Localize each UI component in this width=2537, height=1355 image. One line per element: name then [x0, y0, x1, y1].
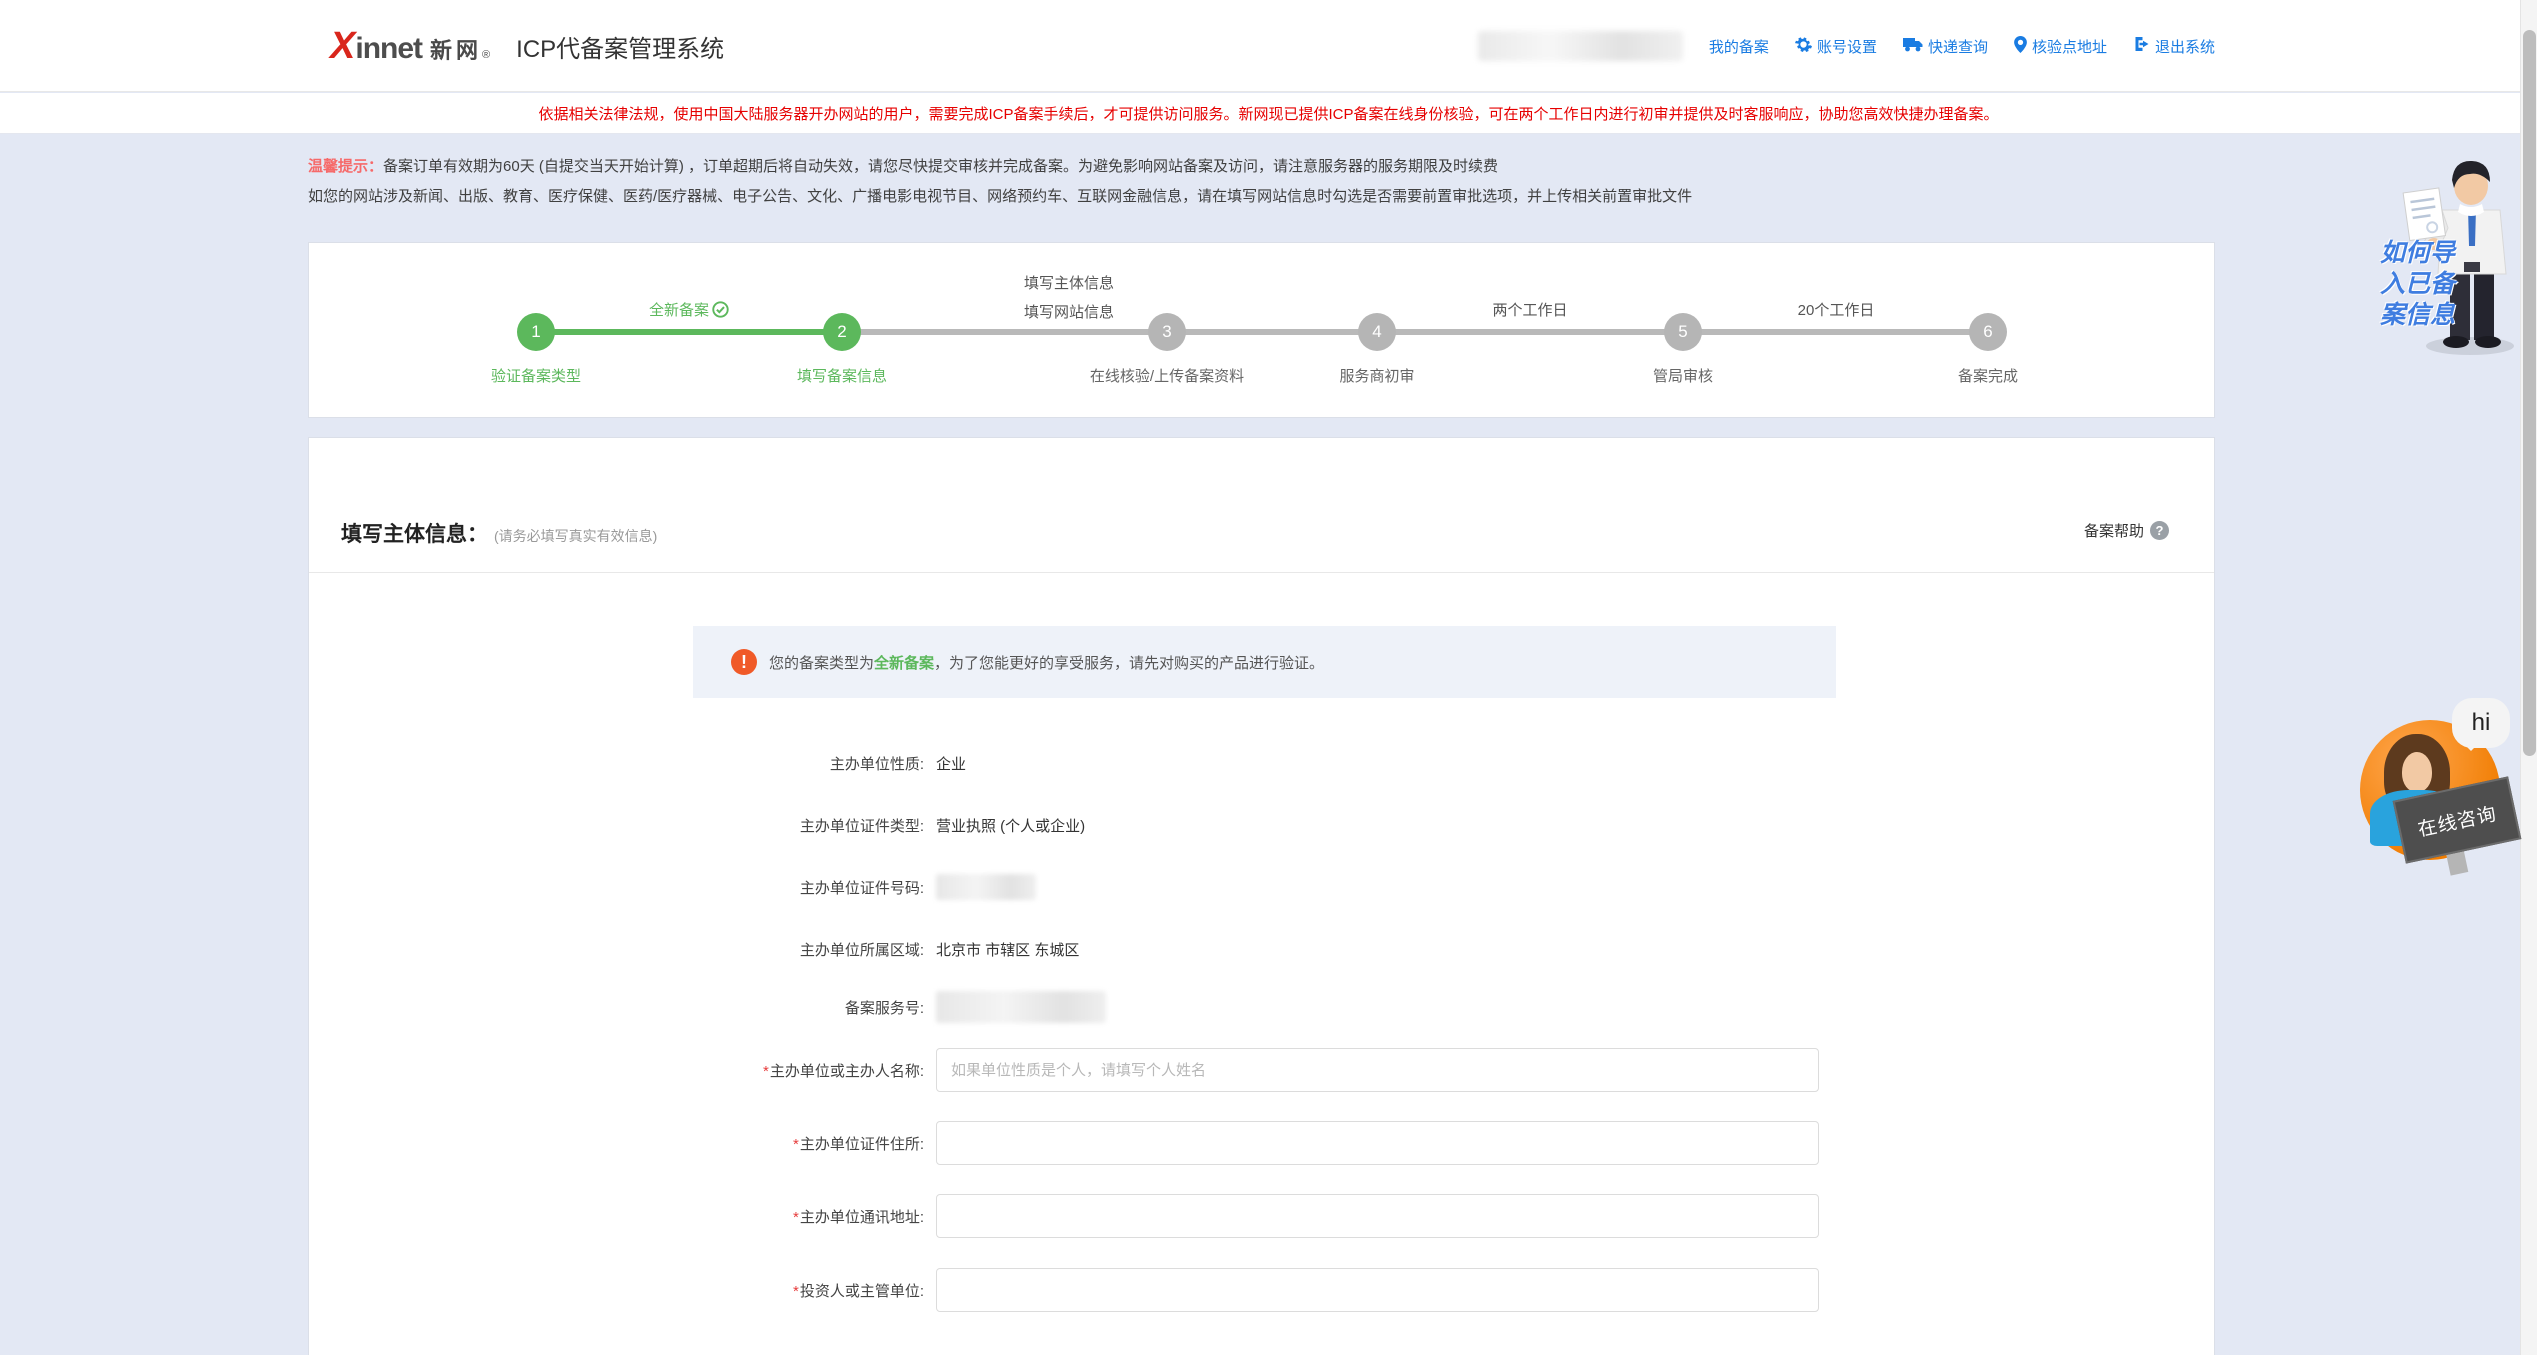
investor-input[interactable] — [936, 1268, 1819, 1312]
warm-tips-label: 温馨提示： — [308, 158, 383, 175]
record-type-highlight: 全新备案 — [874, 655, 934, 672]
step-2-circle: 2 — [823, 313, 861, 351]
top-header: Xinnet 新网® ICP代备案管理系统 我的备案 账号设置 快递查询 — [0, 0, 2537, 92]
online-chat-floater[interactable]: 在线咨询 hi — [2356, 698, 2516, 893]
row-mailing-address: *主办单位通讯地址: — [309, 1194, 2214, 1238]
record-help-link[interactable]: 备案帮助 ? — [2084, 520, 2169, 541]
account-name-redacted — [1478, 31, 1683, 61]
row-cert-number: 主办单位证件号码: — [309, 872, 2214, 902]
logo-wordmark: innet — [355, 34, 422, 64]
step-5-circle: 5 — [1664, 313, 1702, 351]
segment-label-fill-info: 填写主体信息 填写网站信息 — [1024, 269, 1114, 327]
record-type-notice: ! 您的备案类型为全新备案，为了您能更好的享受服务，请先对购买的产品进行验证。 — [693, 626, 1836, 698]
chat-agent-face — [2402, 752, 2432, 792]
warm-tips-line1: 温馨提示：备案订单有效期为60天 (自提交当天开始计算) ，订单超期后将自动失效… — [308, 152, 2213, 182]
org-name-input[interactable] — [936, 1048, 1819, 1092]
redacted-cert-number — [936, 874, 1036, 900]
step-4-label: 服务商初审 — [1339, 365, 1414, 386]
step-6-label: 备案完成 — [1958, 365, 2018, 386]
page: Xinnet 新网® ICP代备案管理系统 我的备案 账号设置 快递查询 — [0, 0, 2537, 1355]
nav-verification-address[interactable]: 核验点地址 — [2014, 36, 2107, 57]
redacted-service-number — [936, 991, 1106, 1023]
nav-account-settings[interactable]: 账号设置 — [1795, 36, 1877, 57]
import-help-floater[interactable]: 如何导 入已备 案信息 — [2378, 150, 2518, 360]
row-cert-address: *主办单位证件住所: — [309, 1121, 2214, 1165]
step-2-label: 填写备案信息 — [797, 365, 887, 386]
import-help-text: 如何导 入已备 案信息 — [2380, 238, 2455, 331]
step-4-circle: 4 — [1358, 313, 1396, 351]
page-title: ICP代备案管理系统 — [516, 29, 724, 64]
form-title: 填写主体信息：(请务必填写真实有效信息) — [341, 518, 657, 548]
legal-alert-bar: 依据相关法律法规，使用中国大陆服务器开办网站的用户，需要完成ICP备案手续后，才… — [0, 93, 2537, 134]
nav-express-query[interactable]: 快递查询 — [1903, 36, 1988, 57]
step-1-circle: 1 — [517, 313, 555, 351]
row-investor: *投资人或主管单位: — [309, 1268, 2214, 1312]
scrollbar-thumb[interactable] — [2523, 30, 2536, 756]
cert-address-input[interactable] — [936, 1121, 1819, 1165]
warm-tips: 温馨提示：备案订单有效期为60天 (自提交当天开始计算) ，订单超期后将自动失效… — [308, 152, 2213, 212]
form-subtitle: (请务必填写真实有效信息) — [494, 528, 657, 544]
stepper-track-completed — [536, 329, 842, 335]
legal-alert-text: 依据相关法律法规，使用中国大陆服务器开办网站的用户，需要完成ICP备案手续后，才… — [538, 103, 1998, 124]
check-circle-icon — [712, 301, 729, 318]
row-cert-type: 主办单位证件类型: 营业执照 (个人或企业) — [309, 810, 2214, 840]
row-org-nature: 主办单位性质: 企业 — [309, 748, 2214, 778]
segment-label-two-days: 两个工作日 — [1492, 299, 1567, 320]
location-pin-icon — [2014, 36, 2027, 57]
truck-icon — [1903, 37, 1923, 56]
progress-stepper-panel: 全新备案 填写主体信息 填写网站信息 两个工作日 20个工作日 1 2 3 4 … — [308, 242, 2215, 418]
exclamation-icon: ! — [731, 649, 757, 675]
chat-hi-bubble: hi — [2452, 698, 2510, 748]
page-scrollbar — [2520, 0, 2537, 1355]
xinnet-logo[interactable]: Xinnet 新网® — [330, 27, 490, 65]
warm-tips-line2: 如您的网站涉及新闻、出版、教育、医疗保健、医药/医疗器械、电子公告、文化、广播电… — [308, 182, 2213, 212]
subject-info-form-panel: 填写主体信息：(请务必填写真实有效信息) 备案帮助 ? ! 您的备案类型为全新备… — [308, 437, 2215, 1355]
step-3-label: 在线核验/上传备案资料 — [1090, 365, 1244, 386]
gear-icon — [1795, 36, 1812, 57]
question-mark-icon: ? — [2150, 521, 2169, 540]
row-region: 主办单位所属区域: 北京市 市辖区 东城区 — [309, 934, 2214, 964]
row-org-name: *主办单位或主办人名称: — [309, 1048, 2214, 1092]
logout-icon — [2133, 36, 2150, 56]
nav-logout[interactable]: 退出系统 — [2133, 36, 2215, 57]
logo-chinese: 新网 — [430, 33, 482, 65]
row-service-number: 备案服务号: — [309, 990, 2214, 1024]
step-3-circle: 3 — [1148, 313, 1186, 351]
segment-label-new-record: 全新备案 — [649, 299, 729, 320]
online-chat-label: 在线咨询 — [2415, 798, 2499, 841]
step-6-circle: 6 — [1969, 313, 2007, 351]
mailing-address-input[interactable] — [936, 1194, 1819, 1238]
step-5-label: 管局审核 — [1653, 365, 1713, 386]
step-1-label: 验证备案类型 — [491, 365, 581, 386]
form-header: 填写主体信息：(请务必填写真实有效信息) 备案帮助 ? — [309, 438, 2214, 573]
nav-my-records[interactable]: 我的备案 — [1709, 36, 1769, 57]
logo-x-glyph: X — [330, 27, 355, 65]
registered-mark: ® — [482, 49, 490, 61]
segment-label-twenty-days: 20个工作日 — [1798, 299, 1875, 320]
